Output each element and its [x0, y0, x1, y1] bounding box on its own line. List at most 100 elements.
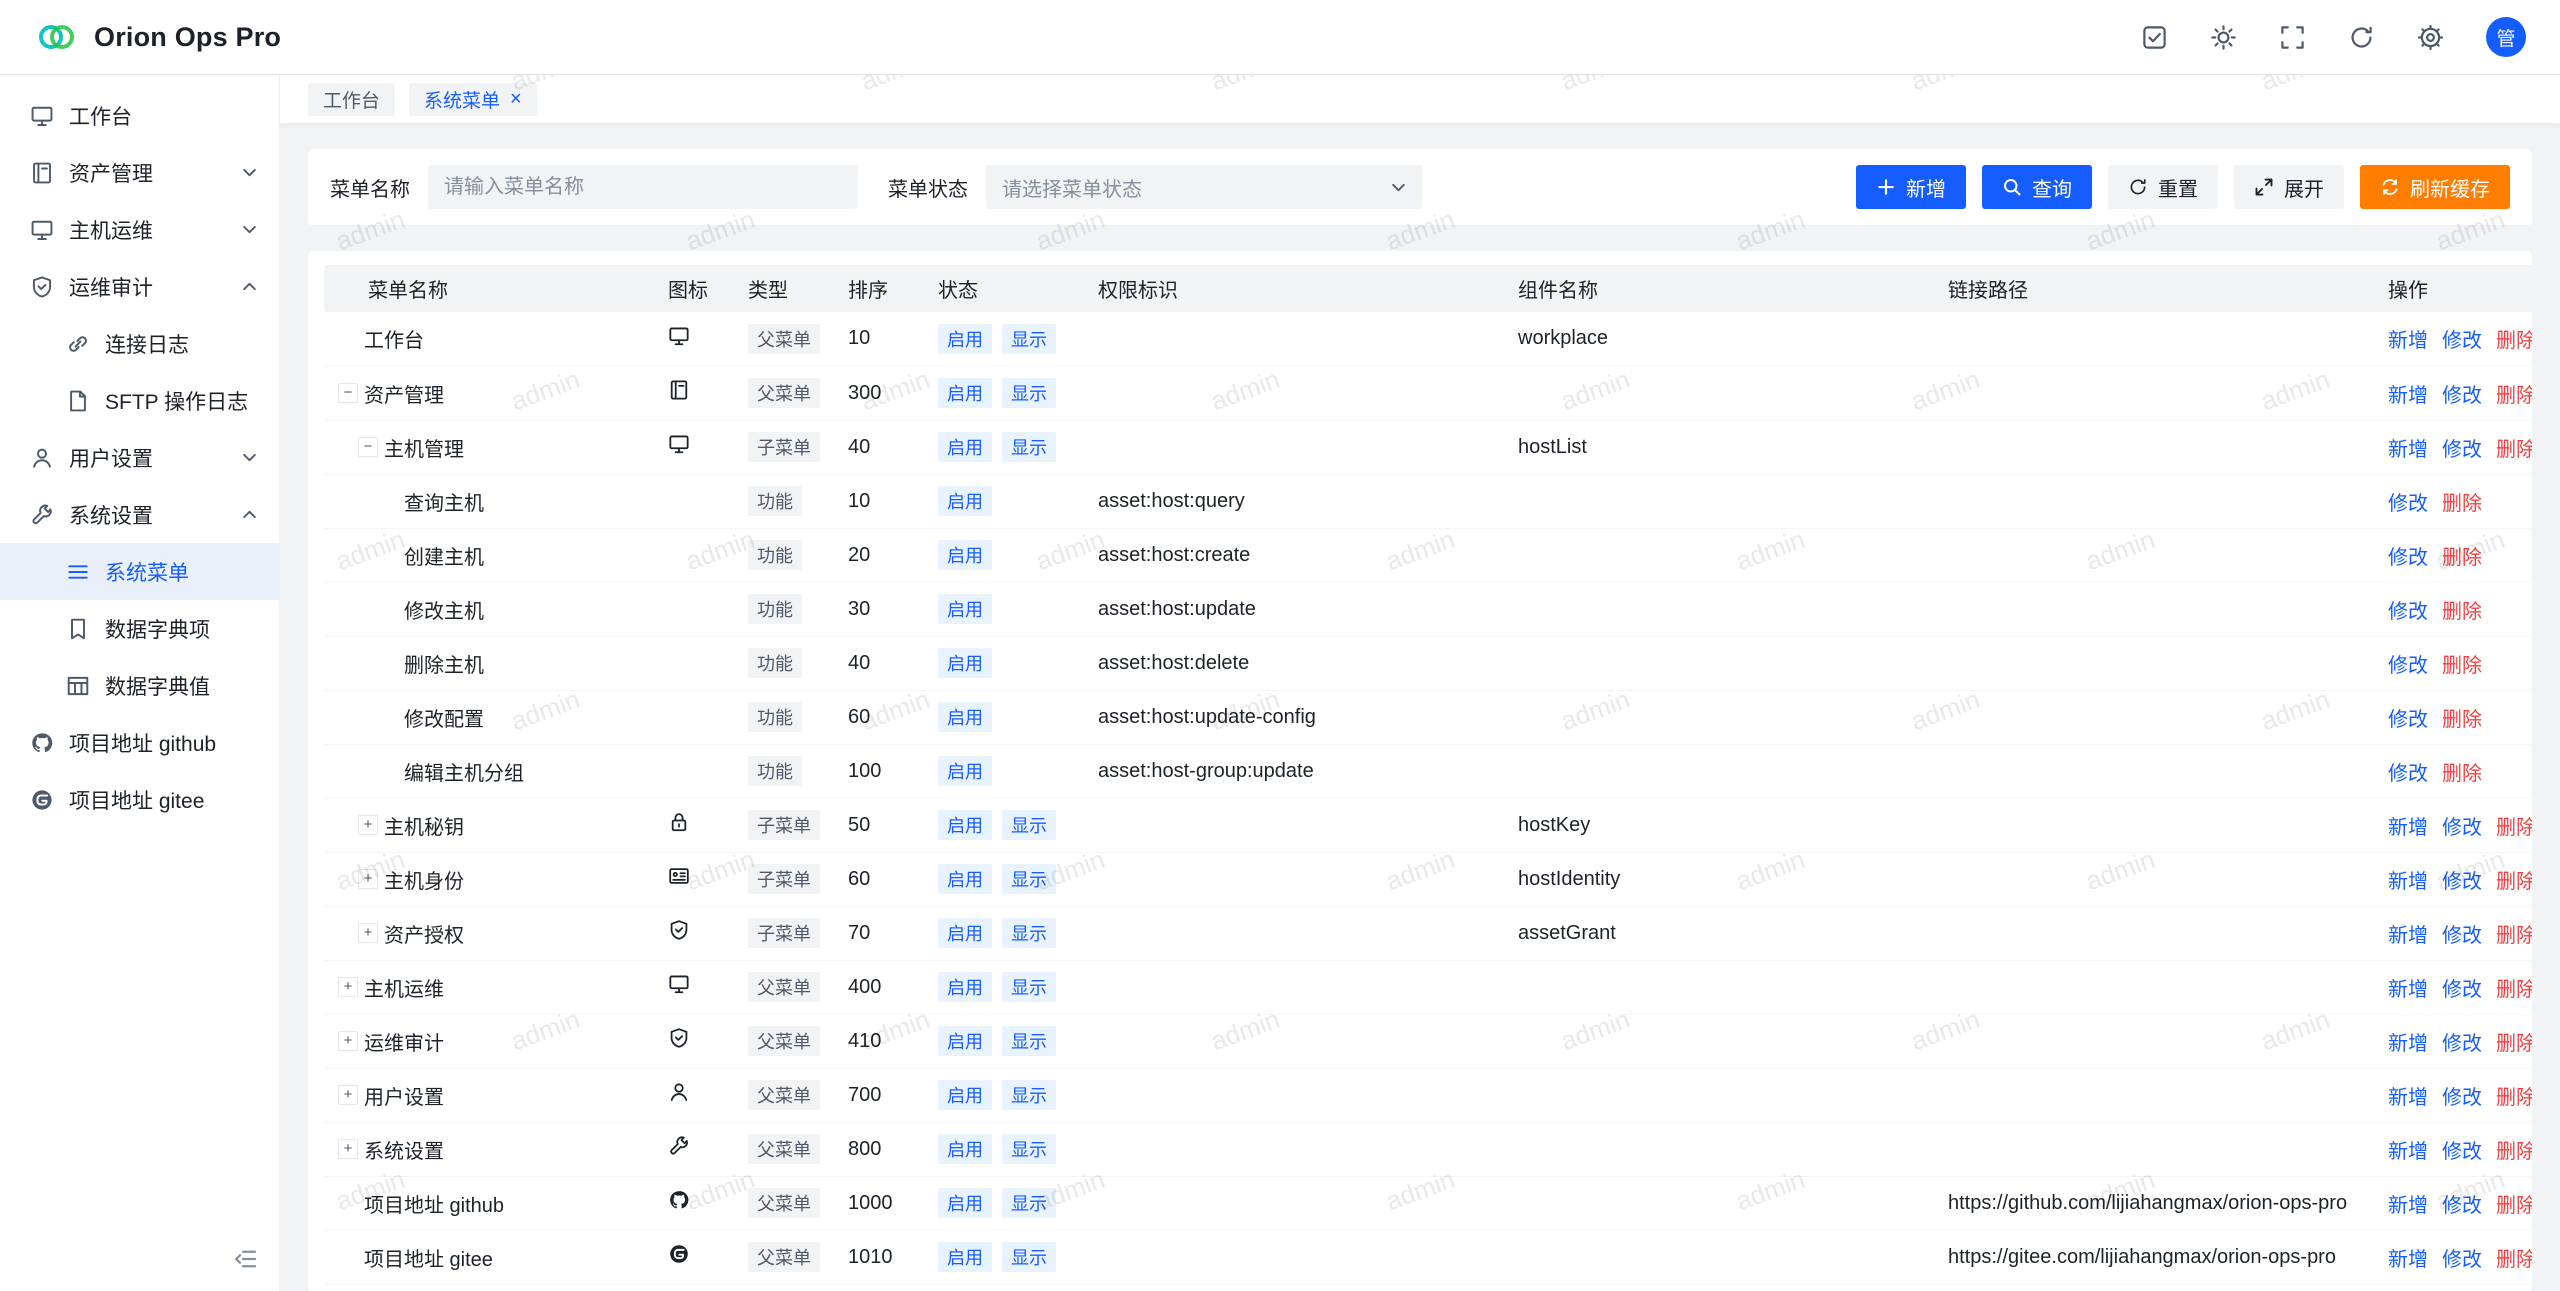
- sidebar-item-sftp-log[interactable]: SFTP 操作日志: [0, 372, 279, 429]
- delete-action-link[interactable]: 删除: [2496, 817, 2532, 839]
- sidebar-item-asset-management[interactable]: 资产管理: [0, 144, 279, 201]
- edit-action-link[interactable]: 修改: [2388, 493, 2428, 515]
- reset-button[interactable]: 重置: [2108, 165, 2218, 209]
- refresh-cache-button[interactable]: 刷新缓存: [2360, 165, 2510, 209]
- edit-action-link[interactable]: 修改: [2442, 817, 2482, 839]
- add-action-link[interactable]: 新增: [2388, 1195, 2428, 1217]
- edit-action-link[interactable]: 修改: [2388, 601, 2428, 623]
- cell-actions: 新增修改删除: [2374, 906, 2532, 960]
- edit-action-link[interactable]: 修改: [2442, 439, 2482, 461]
- chevron-down-icon: [240, 163, 259, 182]
- delete-action-link[interactable]: 删除: [2442, 763, 2482, 785]
- add-action-link[interactable]: 新增: [2388, 817, 2428, 839]
- add-action-link[interactable]: 新增: [2388, 330, 2428, 352]
- delete-action-link[interactable]: 删除: [2442, 601, 2482, 623]
- add-action-link[interactable]: 新增: [2388, 1087, 2428, 1109]
- row-expand-button[interactable]: +: [338, 1031, 358, 1051]
- row-collapse-button[interactable]: −: [358, 437, 378, 457]
- refresh-icon[interactable]: [2348, 24, 2375, 51]
- delete-action-link[interactable]: 删除: [2496, 925, 2532, 947]
- delete-action-link[interactable]: 删除: [2496, 330, 2532, 352]
- cell-sort: 10: [834, 474, 924, 528]
- status-badge-enabled: 启用: [938, 972, 992, 1002]
- edit-action-link[interactable]: 修改: [2388, 655, 2428, 677]
- delete-action-link[interactable]: 删除: [2442, 547, 2482, 569]
- menu-name-text: 用户设置: [364, 1081, 444, 1110]
- cell-icon-col: [654, 852, 734, 906]
- delete-action-link[interactable]: 删除: [2496, 871, 2532, 893]
- cell-sort: 300: [834, 366, 924, 420]
- add-action-link[interactable]: 新增: [2388, 871, 2428, 893]
- sidebar-item-user-settings[interactable]: 用户设置: [0, 429, 279, 486]
- add-action-link[interactable]: 新增: [2388, 1249, 2428, 1271]
- row-expand-button[interactable]: +: [338, 1139, 358, 1159]
- edit-action-link[interactable]: 修改: [2442, 330, 2482, 352]
- edit-action-link[interactable]: 修改: [2442, 1249, 2482, 1271]
- sidebar-item-github[interactable]: 项目地址 github: [0, 714, 279, 771]
- edit-action-link[interactable]: 修改: [2388, 763, 2428, 785]
- add-action-link[interactable]: 新增: [2388, 439, 2428, 461]
- search-button[interactable]: 查询: [1982, 165, 2092, 209]
- menu-name-text: 主机管理: [384, 433, 464, 462]
- add-action-link[interactable]: 新增: [2388, 385, 2428, 407]
- add-action-link[interactable]: 新增: [2388, 1033, 2428, 1055]
- add-button[interactable]: 新增: [1856, 165, 1966, 209]
- tab-system-menu[interactable]: 系统菜单×: [409, 83, 537, 116]
- delete-action-link[interactable]: 删除: [2496, 385, 2532, 407]
- delete-action-link[interactable]: 删除: [2442, 655, 2482, 677]
- edit-action-link[interactable]: 修改: [2442, 925, 2482, 947]
- add-action-link[interactable]: 新增: [2388, 925, 2428, 947]
- delete-action-link[interactable]: 删除: [2496, 1249, 2532, 1271]
- tab-workbench[interactable]: 工作台: [308, 83, 395, 116]
- menu-name-input[interactable]: [428, 165, 858, 209]
- edit-action-link[interactable]: 修改: [2388, 547, 2428, 569]
- cell-component: [1504, 1014, 1934, 1068]
- expand-button[interactable]: 展开: [2234, 165, 2344, 209]
- edit-action-link[interactable]: 修改: [2442, 1195, 2482, 1217]
- edit-action-link[interactable]: 修改: [2442, 1087, 2482, 1109]
- delete-action-link[interactable]: 删除: [2496, 1033, 2532, 1055]
- delete-action-link[interactable]: 删除: [2496, 979, 2532, 1001]
- edit-action-link[interactable]: 修改: [2442, 979, 2482, 1001]
- row-expand-button[interactable]: +: [358, 869, 378, 889]
- sidebar-item-gitee[interactable]: 项目地址 gitee: [0, 771, 279, 828]
- sidebar-item-workbench[interactable]: 工作台: [0, 87, 279, 144]
- delete-action-link[interactable]: 删除: [2496, 1195, 2532, 1217]
- sidebar-item-system-menu[interactable]: 系统菜单: [0, 543, 279, 600]
- theme-sun-icon[interactable]: [2210, 24, 2237, 51]
- sidebar-item-system-settings[interactable]: 系统设置: [0, 486, 279, 543]
- row-expand-button[interactable]: +: [358, 923, 378, 943]
- edit-action-link[interactable]: 修改: [2442, 871, 2482, 893]
- content: 菜单名称 菜单状态 请选择菜单状态 新增 查询: [280, 123, 2560, 1291]
- add-action-link[interactable]: 新增: [2388, 979, 2428, 1001]
- delete-action-link[interactable]: 删除: [2496, 1141, 2532, 1163]
- edit-action-link[interactable]: 修改: [2442, 385, 2482, 407]
- add-action-link[interactable]: 新增: [2388, 1141, 2428, 1163]
- sidebar-item-ops-audit[interactable]: 运维审计: [0, 258, 279, 315]
- row-expand-button[interactable]: +: [358, 815, 378, 835]
- delete-action-link[interactable]: 删除: [2442, 709, 2482, 731]
- avatar[interactable]: 管: [2486, 17, 2526, 57]
- row-collapse-button[interactable]: −: [338, 383, 358, 403]
- delete-action-link[interactable]: 删除: [2496, 439, 2532, 461]
- delete-action-link[interactable]: 删除: [2442, 493, 2482, 515]
- menu-status-select[interactable]: 请选择菜单状态: [986, 165, 1422, 209]
- fullscreen-icon[interactable]: [2279, 24, 2306, 51]
- sidebar-item-host-ops[interactable]: 主机运维: [0, 201, 279, 258]
- row-expand-button[interactable]: +: [338, 977, 358, 997]
- sidebar-item-dict-values[interactable]: 数据字典值: [0, 657, 279, 714]
- tab-close-icon[interactable]: ×: [510, 89, 522, 109]
- tree-node: 项目地址 gitee: [338, 1243, 640, 1272]
- row-expand-button[interactable]: +: [338, 1085, 358, 1105]
- table-row: 修改配置功能60启用asset:host:update-config修改删除: [324, 690, 2532, 744]
- settings-gear-icon[interactable]: [2417, 24, 2444, 51]
- check-square-icon[interactable]: [2141, 24, 2168, 51]
- sidebar-item-connect-log[interactable]: 连接日志: [0, 315, 279, 372]
- table-row: +主机运维父菜单400启用显示新增修改删除: [324, 960, 2532, 1014]
- collapse-sidebar-icon[interactable]: [234, 1247, 258, 1271]
- delete-action-link[interactable]: 删除: [2496, 1087, 2532, 1109]
- edit-action-link[interactable]: 修改: [2442, 1033, 2482, 1055]
- edit-action-link[interactable]: 修改: [2442, 1141, 2482, 1163]
- sidebar-item-dict-keys[interactable]: 数据字典项: [0, 600, 279, 657]
- edit-action-link[interactable]: 修改: [2388, 709, 2428, 731]
